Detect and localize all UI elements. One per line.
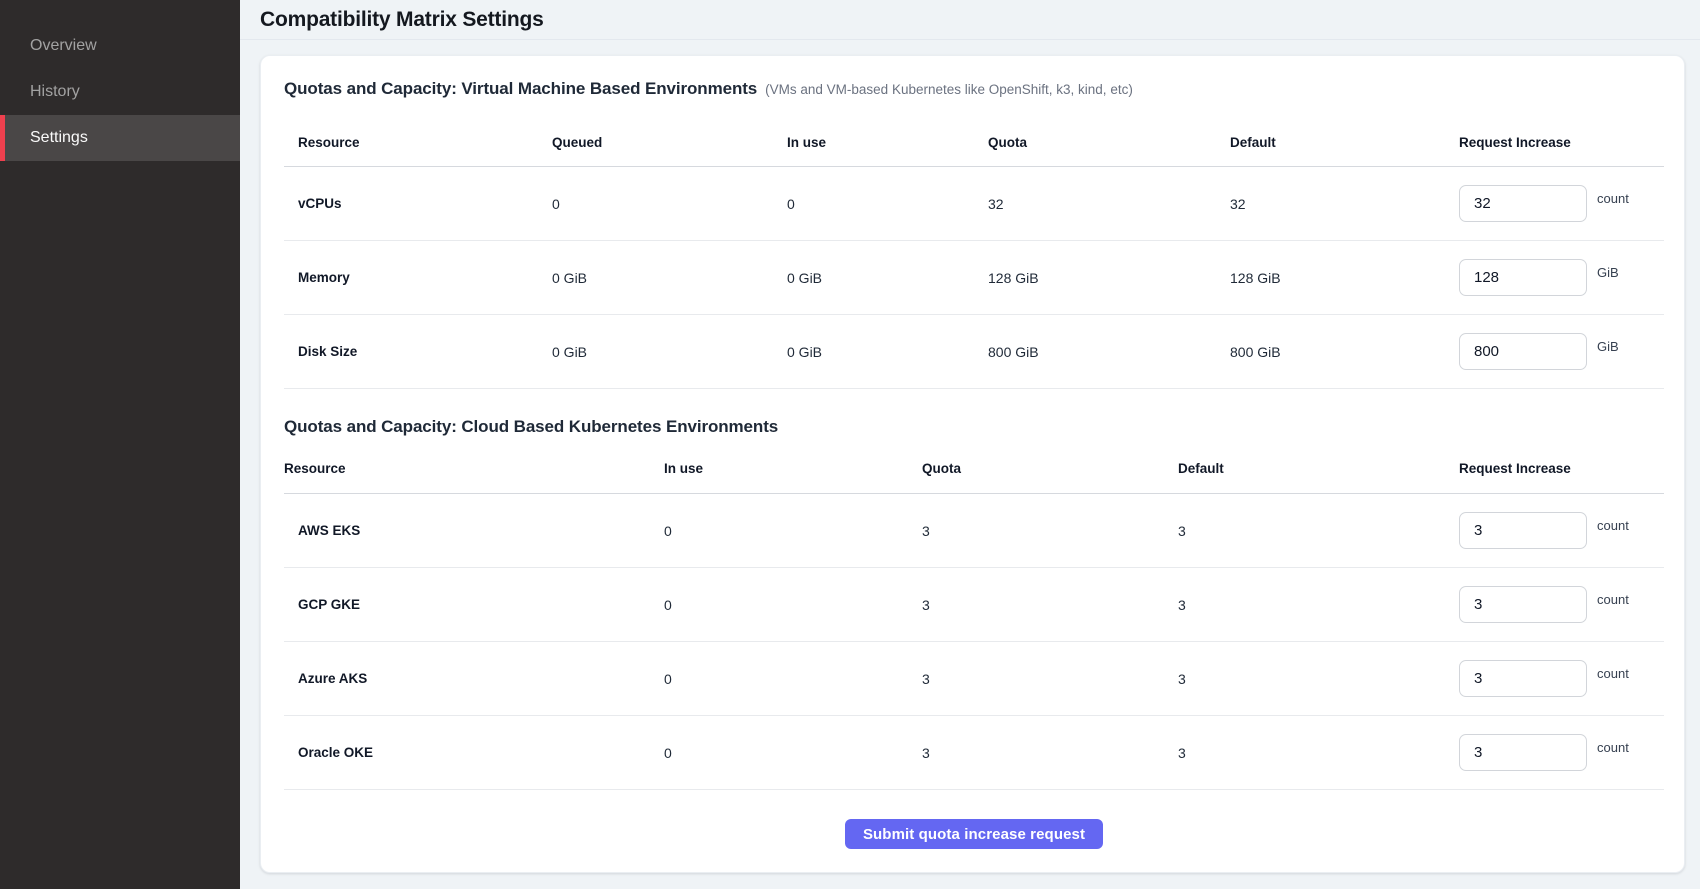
request-increase-input-memory[interactable]	[1459, 259, 1587, 296]
cell-quota: 3	[922, 568, 1178, 642]
page-header: Compatibility Matrix Settings	[240, 0, 1700, 40]
cell-in-use: 0	[664, 716, 922, 790]
sidebar-item-label: Overview	[30, 37, 97, 55]
cloud-quota-table: Resource In use Quota Default Request In…	[284, 439, 1664, 790]
vm-table-header-row: Resource Queued In use Quota Default Req…	[284, 111, 1664, 167]
request-increase-input-oracle-oke[interactable]	[1459, 734, 1587, 771]
request-increase-cell: count	[1459, 586, 1664, 623]
sidebar-item-overview[interactable]: Overview	[0, 23, 240, 69]
unit-label: count	[1597, 592, 1629, 607]
column-header-in-use: In use	[664, 439, 922, 494]
cell-in-use: 0 GiB	[787, 315, 988, 389]
table-row-azure-aks: Azure AKS 0 3 3 count	[284, 642, 1664, 716]
request-increase-cell: count	[1459, 185, 1664, 222]
request-increase-cell: count	[1459, 660, 1664, 697]
cell-queued: 0	[552, 167, 787, 241]
sidebar-item-label: History	[30, 83, 80, 101]
cell-in-use: 0	[664, 494, 922, 568]
unit-label: count	[1597, 666, 1629, 681]
vm-quota-table: Resource Queued In use Quota Default Req…	[284, 111, 1664, 389]
cell-default: 800 GiB	[1230, 315, 1459, 389]
table-row-gcp-gke: GCP GKE 0 3 3 count	[284, 568, 1664, 642]
unit-label: count	[1597, 191, 1629, 206]
column-header-default: Default	[1178, 439, 1459, 494]
unit-label: GiB	[1597, 339, 1619, 354]
cell-default: 3	[1178, 494, 1459, 568]
column-header-resource: Resource	[284, 439, 664, 494]
request-increase-input-azure-aks[interactable]	[1459, 660, 1587, 697]
sidebar: Overview History Settings	[0, 0, 240, 889]
unit-label: count	[1597, 740, 1629, 755]
sidebar-item-settings[interactable]: Settings	[0, 115, 240, 161]
resource-name: Memory	[284, 241, 552, 315]
resource-name: AWS EKS	[284, 494, 664, 568]
column-header-resource: Resource	[284, 111, 552, 167]
cell-quota: 3	[922, 642, 1178, 716]
resource-name: vCPUs	[284, 167, 552, 241]
request-increase-cell: count	[1459, 512, 1664, 549]
sidebar-item-history[interactable]: History	[0, 69, 240, 115]
request-increase-cell: count	[1459, 734, 1664, 771]
settings-card: Quotas and Capacity: Virtual Machine Bas…	[260, 55, 1685, 873]
cell-default: 32	[1230, 167, 1459, 241]
column-header-request-increase: Request Increase	[1459, 111, 1664, 167]
cell-in-use: 0 GiB	[787, 241, 988, 315]
table-row-memory: Memory 0 GiB 0 GiB 128 GiB 128 GiB GiB	[284, 241, 1664, 315]
cloud-section-title: Quotas and Capacity: Cloud Based Kuberne…	[284, 417, 778, 437]
column-header-in-use: In use	[787, 111, 988, 167]
request-increase-input-aws-eks[interactable]	[1459, 512, 1587, 549]
button-row: Submit quota increase request	[284, 819, 1664, 849]
vm-section-title: Quotas and Capacity: Virtual Machine Bas…	[284, 79, 757, 99]
page-title: Compatibility Matrix Settings	[260, 8, 544, 32]
cell-quota: 800 GiB	[988, 315, 1230, 389]
active-indicator-bar	[0, 115, 5, 161]
column-header-queued: Queued	[552, 111, 787, 167]
vm-section-header: Quotas and Capacity: Virtual Machine Bas…	[284, 79, 1664, 99]
unit-label: count	[1597, 518, 1629, 533]
cloud-section-header: Quotas and Capacity: Cloud Based Kuberne…	[284, 417, 1664, 437]
column-header-quota: Quota	[988, 111, 1230, 167]
resource-name: Azure AKS	[284, 642, 664, 716]
request-increase-input-disk-size[interactable]	[1459, 333, 1587, 370]
resource-name: Disk Size	[284, 315, 552, 389]
request-increase-input-gcp-gke[interactable]	[1459, 586, 1587, 623]
vm-section-subtitle: (VMs and VM-based Kubernetes like OpenSh…	[765, 82, 1133, 97]
cell-quota: 32	[988, 167, 1230, 241]
cell-quota: 128 GiB	[988, 241, 1230, 315]
column-header-default: Default	[1230, 111, 1459, 167]
submit-quota-increase-button[interactable]: Submit quota increase request	[845, 819, 1103, 849]
cell-quota: 3	[922, 494, 1178, 568]
table-row-vcpus: vCPUs 0 0 32 32 count	[284, 167, 1664, 241]
cell-in-use: 0	[664, 642, 922, 716]
cell-in-use: 0	[664, 568, 922, 642]
cell-default: 128 GiB	[1230, 241, 1459, 315]
table-row-aws-eks: AWS EKS 0 3 3 count	[284, 494, 1664, 568]
main-content: Compatibility Matrix Settings Quotas and…	[240, 0, 1700, 889]
table-row-oracle-oke: Oracle OKE 0 3 3 count	[284, 716, 1664, 790]
unit-label: GiB	[1597, 265, 1619, 280]
cell-quota: 3	[922, 716, 1178, 790]
cell-default: 3	[1178, 642, 1459, 716]
cell-queued: 0 GiB	[552, 315, 787, 389]
request-increase-cell: GiB	[1459, 333, 1664, 370]
cell-default: 3	[1178, 716, 1459, 790]
cell-in-use: 0	[787, 167, 988, 241]
request-increase-input-vcpus[interactable]	[1459, 185, 1587, 222]
request-increase-cell: GiB	[1459, 259, 1664, 296]
cell-queued: 0 GiB	[552, 241, 787, 315]
cell-default: 3	[1178, 568, 1459, 642]
resource-name: GCP GKE	[284, 568, 664, 642]
column-header-quota: Quota	[922, 439, 1178, 494]
table-row-disk-size: Disk Size 0 GiB 0 GiB 800 GiB 800 GiB Gi…	[284, 315, 1664, 389]
sidebar-item-label: Settings	[30, 129, 88, 147]
cloud-table-header-row: Resource In use Quota Default Request In…	[284, 439, 1664, 494]
column-header-request-increase: Request Increase	[1459, 439, 1664, 494]
resource-name: Oracle OKE	[284, 716, 664, 790]
